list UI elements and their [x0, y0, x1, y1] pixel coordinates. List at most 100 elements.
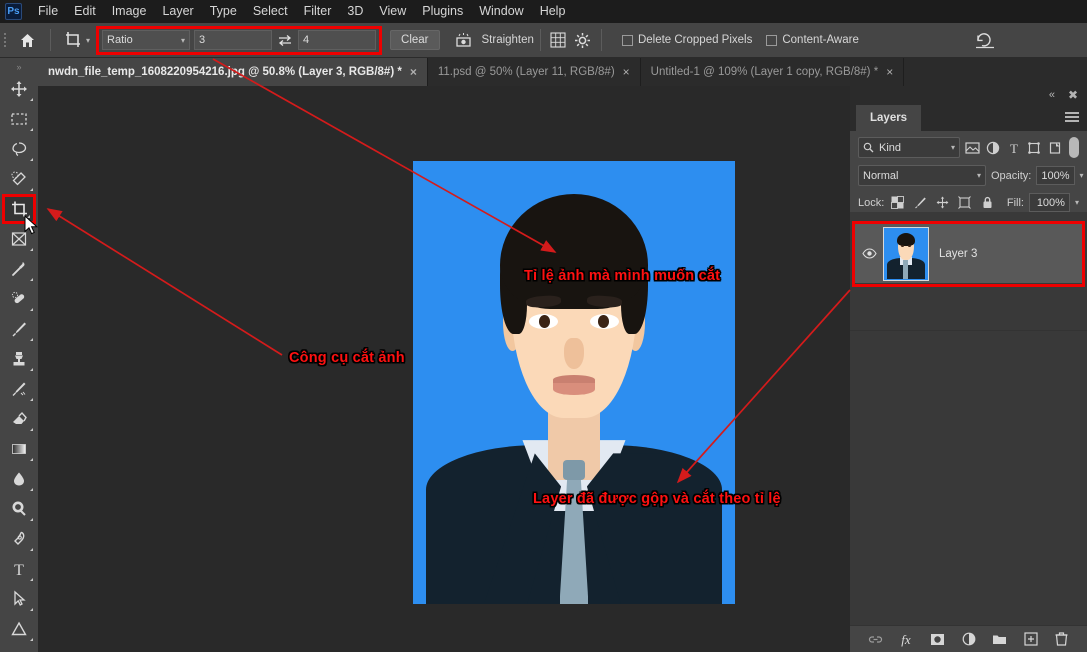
divider: [540, 29, 541, 51]
chevron-down-icon: ▾: [977, 171, 981, 180]
menu-plugins[interactable]: Plugins: [414, 0, 471, 23]
ratio-width-input[interactable]: 3: [194, 30, 272, 50]
type-filter-icon[interactable]: T: [1006, 137, 1021, 158]
close-icon[interactable]: ×: [886, 65, 893, 79]
fill-slider-chevron-icon[interactable]: ▾: [1075, 198, 1079, 207]
filter-toggle[interactable]: [1069, 137, 1079, 158]
eraser-tool[interactable]: [2, 404, 36, 434]
clone-stamp-tool[interactable]: [2, 344, 36, 374]
lasso-tool[interactable]: [2, 134, 36, 164]
tool-flyout-indicator: [30, 158, 33, 161]
adjustment-filter-icon[interactable]: [985, 137, 1000, 158]
brush-tool[interactable]: [2, 314, 36, 344]
image-filter-icon[interactable]: [965, 137, 980, 158]
document-tab-1[interactable]: nwdn_file_temp_1608220954216.jpg @ 50.8%…: [38, 58, 428, 86]
document-tab-bar: nwdn_file_temp_1608220954216.jpg @ 50.8%…: [38, 58, 1087, 86]
straighten-icon[interactable]: [452, 29, 476, 51]
menu-3d[interactable]: 3D: [339, 0, 371, 23]
blend-mode-select[interactable]: Normal ▾: [858, 165, 986, 186]
tools-panel: »: [0, 58, 38, 652]
delete-cropped-pixels-checkbox[interactable]: Delete Cropped Pixels: [622, 34, 752, 46]
crop-tool-icon[interactable]: ▾: [57, 30, 96, 50]
tab-layers[interactable]: Layers: [856, 105, 921, 131]
document-tab-2[interactable]: 11.psd @ 50% (Layer 11, RGB/8#) ×: [428, 58, 641, 86]
menu-edit[interactable]: Edit: [66, 0, 104, 23]
reset-icon[interactable]: [973, 29, 997, 51]
opacity-input[interactable]: 100%: [1036, 166, 1074, 185]
grid-overlay-icon[interactable]: [547, 29, 571, 51]
close-icon[interactable]: ✖: [1068, 88, 1078, 102]
menu-select[interactable]: Select: [245, 0, 296, 23]
layer-style-fx-icon[interactable]: fx: [898, 631, 915, 648]
move-tool[interactable]: [2, 74, 36, 104]
layer-list-empty-area: [850, 287, 1087, 331]
menu-filter[interactable]: Filter: [296, 0, 340, 23]
panel-menu-icon[interactable]: [1065, 112, 1079, 122]
healing-brush-tool[interactable]: [2, 284, 36, 314]
blur-tool[interactable]: [2, 464, 36, 494]
menu-image[interactable]: Image: [104, 0, 155, 23]
lock-position-icon[interactable]: [934, 193, 951, 212]
layer-visibility-toggle[interactable]: [855, 248, 883, 259]
eyedropper-tool[interactable]: [2, 254, 36, 284]
lock-transparent-pixels-icon[interactable]: [889, 193, 906, 212]
dodge-tool[interactable]: [2, 494, 36, 524]
shape-tool[interactable]: [2, 614, 36, 644]
lock-image-pixels-icon[interactable]: [912, 193, 929, 212]
path-selection-tool[interactable]: [2, 584, 36, 614]
document-tab-3[interactable]: Untitled-1 @ 109% (Layer 1 copy, RGB/8#)…: [641, 58, 905, 86]
quick-selection-tool[interactable]: [2, 164, 36, 194]
chevron-down-icon[interactable]: ▾: [86, 36, 90, 45]
layer-filter-kind-select[interactable]: Kind ▾: [858, 137, 960, 158]
menu-window[interactable]: Window: [471, 0, 531, 23]
pen-tool[interactable]: [2, 524, 36, 554]
smart-object-filter-icon[interactable]: [1047, 137, 1062, 158]
home-icon[interactable]: [10, 23, 44, 58]
fill-input[interactable]: 100%: [1029, 193, 1070, 212]
type-tool[interactable]: T: [2, 554, 36, 584]
menu-type[interactable]: Type: [202, 0, 245, 23]
close-icon[interactable]: ×: [410, 65, 417, 79]
history-brush-tool[interactable]: [2, 374, 36, 404]
swap-arrows-icon[interactable]: [272, 30, 298, 50]
lock-artboard-icon[interactable]: [956, 193, 973, 212]
menu-bar: Ps File Edit Image Layer Type Select Fil…: [0, 0, 1087, 23]
tools-panel-handle[interactable]: »: [0, 60, 38, 74]
menu-help[interactable]: Help: [532, 0, 574, 23]
id-portrait-photo[interactable]: [413, 161, 735, 604]
new-group-icon[interactable]: [991, 631, 1008, 648]
svg-text:T: T: [1010, 141, 1018, 155]
panel-tab-row: Layers: [850, 105, 1087, 131]
adjustment-layer-icon[interactable]: [960, 631, 977, 648]
new-layer-icon[interactable]: [1022, 631, 1039, 648]
clear-button[interactable]: Clear: [390, 30, 439, 50]
rectangular-marquee-tool[interactable]: [2, 104, 36, 134]
layers-panel-footer: fx: [850, 625, 1087, 652]
table-row[interactable]: Layer 3: [855, 224, 1082, 284]
checkbox-box[interactable]: [766, 35, 777, 46]
shape-filter-icon[interactable]: [1026, 137, 1041, 158]
menu-layer[interactable]: Layer: [154, 0, 201, 23]
gradient-tool[interactable]: [2, 434, 36, 464]
collapse-arrows-icon[interactable]: «: [1049, 89, 1055, 101]
tool-flyout-indicator: [30, 368, 33, 371]
ratio-preset-select[interactable]: Ratio ▾: [102, 30, 190, 50]
menu-file[interactable]: File: [30, 0, 66, 23]
options-bar-grip[interactable]: [0, 23, 10, 58]
delete-layer-icon[interactable]: [1053, 631, 1070, 648]
gear-icon[interactable]: [571, 29, 595, 51]
portrait-iris-left: [539, 315, 550, 328]
lock-all-icon[interactable]: [979, 193, 996, 212]
content-aware-checkbox[interactable]: Content-Aware: [766, 34, 859, 46]
opacity-slider-chevron-icon[interactable]: ▾: [1080, 171, 1084, 180]
checkbox-box[interactable]: [622, 35, 633, 46]
tab-label: 11.psd @ 50% (Layer 11, RGB/8#): [438, 66, 615, 78]
close-icon[interactable]: ×: [623, 65, 630, 79]
link-layers-icon[interactable]: [867, 631, 884, 648]
menu-view[interactable]: View: [371, 0, 414, 23]
ratio-height-input[interactable]: 4: [298, 30, 376, 50]
layer-mask-icon[interactable]: [929, 631, 946, 648]
layer-thumbnail[interactable]: [883, 227, 929, 281]
straighten-control[interactable]: Straighten: [452, 29, 534, 51]
canvas-area[interactable]: [38, 86, 850, 652]
